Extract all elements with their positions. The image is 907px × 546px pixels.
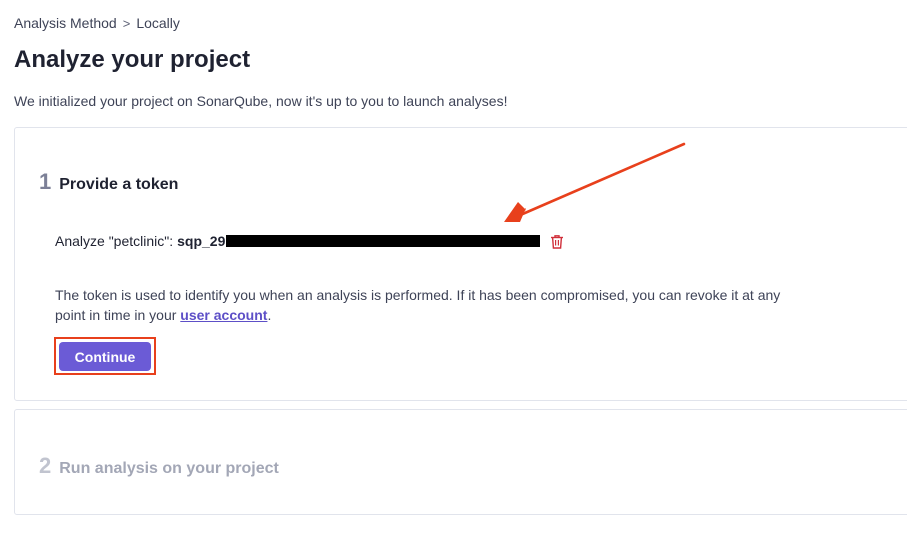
token-redaction: [226, 235, 541, 247]
token-label: Analyze "petclinic":: [55, 233, 174, 249]
breadcrumb-locally: Locally: [136, 15, 180, 31]
token-value: sqp_29: [177, 233, 226, 249]
step-provide-token: 1 Provide a token Analyze "petclinic": s…: [14, 127, 907, 401]
help-text: The token is used to identify you when a…: [55, 287, 781, 323]
step-title: Provide a token: [59, 176, 179, 193]
token-row: Analyze "petclinic": sqp_29: [55, 233, 564, 249]
step-number: 2: [39, 453, 52, 478]
chevron-right-icon: >: [122, 15, 131, 31]
step-header: 1 Provide a token: [39, 169, 178, 195]
help-end: .: [267, 307, 272, 323]
page-subtitle: We initialized your project on SonarQube…: [14, 93, 508, 109]
token-help-text: The token is used to identify you when a…: [55, 285, 795, 325]
page-title: Analyze your project: [14, 46, 251, 73]
continue-button[interactable]: Continue: [59, 342, 151, 371]
step-number: 1: [39, 169, 52, 194]
continue-highlight: Continue: [54, 337, 156, 375]
breadcrumb: Analysis Method > Locally: [14, 15, 180, 31]
arrow-annotation: [504, 142, 686, 222]
step-run-analysis: 2 Run analysis on your project: [14, 409, 907, 515]
trash-icon[interactable]: [550, 234, 564, 249]
user-account-link[interactable]: user account: [180, 307, 267, 323]
step-title: Run analysis on your project: [59, 460, 279, 477]
breadcrumb-analysis-method[interactable]: Analysis Method: [14, 15, 117, 31]
step-header: 2 Run analysis on your project: [39, 453, 279, 479]
